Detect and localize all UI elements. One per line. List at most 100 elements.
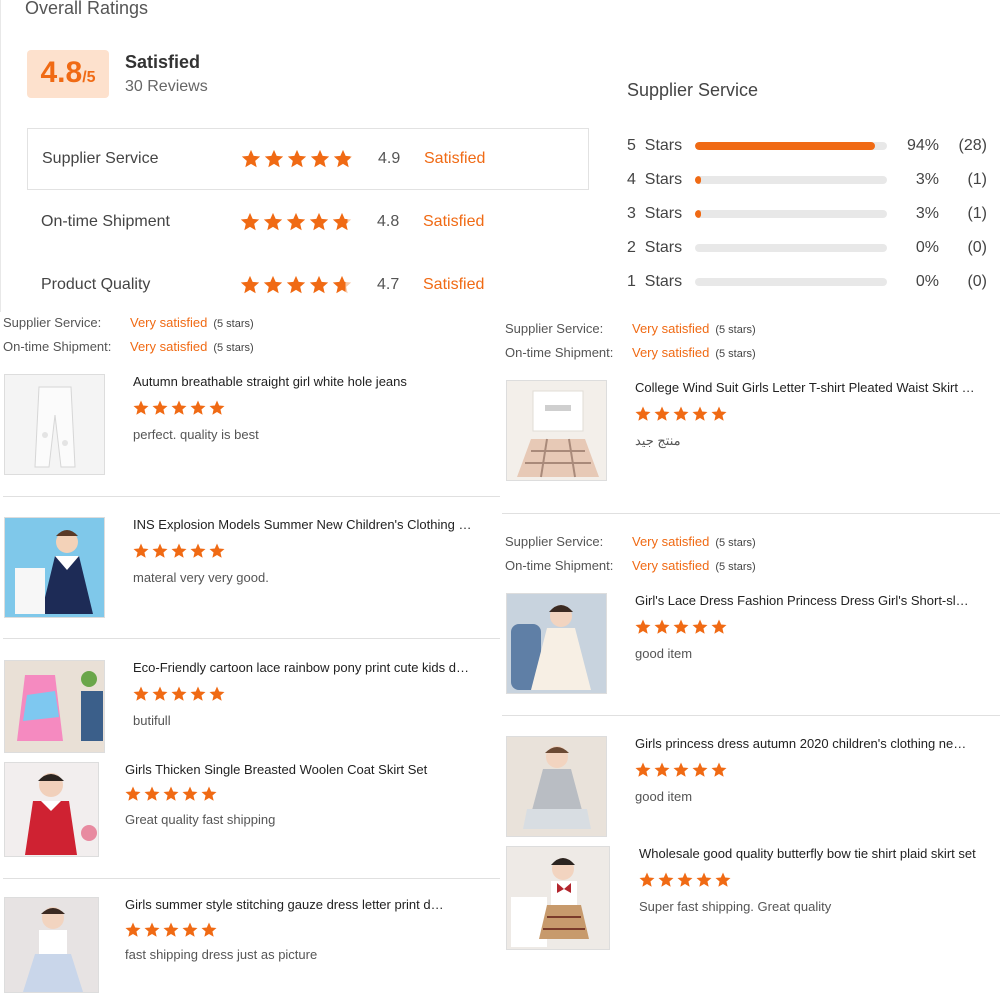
category-row-ontime-shipment[interactable]: On-time Shipment 4.8 Satisfied [27, 191, 589, 253]
star-icon [182, 922, 198, 937]
review-meta-supplier: Supplier Service: Very satisfied (5 stars) [505, 534, 756, 549]
review-text: butifull [133, 713, 171, 728]
star-icon [263, 212, 283, 231]
product-thumbnail[interactable] [506, 846, 610, 950]
product-thumbnail[interactable] [4, 660, 105, 753]
star-icon [152, 686, 168, 701]
star-icon [190, 400, 206, 415]
category-score: 4.9 [378, 150, 401, 167]
product-name[interactable]: INS Explosion Models Summer New Children… [133, 517, 473, 532]
category-level: Satisfied [424, 150, 486, 167]
star-icon [654, 619, 670, 634]
product-thumbnail[interactable] [506, 380, 607, 481]
product-name[interactable]: Autumn breathable straight girl white ho… [133, 374, 493, 389]
meta-key: On-time Shipment: [505, 345, 614, 360]
review-count: 30 Reviews [125, 78, 208, 95]
category-label: Product Quality [41, 276, 151, 293]
distribution-label: 4 Stars [627, 171, 683, 188]
review-meta-shipment: On-time Shipment: Very satisfied (5 stars) [505, 558, 756, 573]
distribution-label: 2 Stars [627, 239, 683, 256]
review-divider [3, 878, 500, 879]
distribution-row: 3 Stars 3% (1) [627, 202, 987, 226]
star-icon [310, 149, 330, 168]
meta-value: Very satisfied [130, 339, 208, 354]
red-coat-image [5, 763, 98, 856]
product-name[interactable]: Eco-Friendly cartoon lace rainbow pony p… [133, 660, 473, 675]
meta-stars: (5 stars) [715, 537, 756, 549]
star-icon [144, 922, 160, 937]
product-thumbnail[interactable] [4, 762, 99, 857]
review-divider [3, 496, 500, 497]
star-icon [692, 619, 708, 634]
distribution-percent: 3% [915, 205, 939, 222]
category-level: Satisfied [423, 213, 485, 230]
product-name[interactable]: Girls summer style stitching gauze dress… [125, 897, 447, 912]
category-row-supplier-service[interactable]: Supplier Service 4.9 Satisfied [27, 128, 589, 190]
product-thumbnail[interactable] [506, 736, 607, 837]
distribution-bar-fill [695, 176, 701, 184]
star-icon [163, 922, 179, 937]
star-icon [673, 406, 689, 421]
review-meta-shipment: On-time Shipment: Very satisfied (5 stars) [3, 339, 254, 354]
category-row-product-quality[interactable]: Product Quality 4.7 Satisfied [27, 254, 589, 316]
distribution-row: 4 Stars 3% (1) [627, 168, 987, 192]
meta-value: Very satisfied [130, 315, 208, 330]
review-meta-supplier: Supplier Service: Very satisfied (5 stars) [505, 321, 756, 336]
star-icon [309, 212, 329, 231]
star-icon [673, 762, 689, 777]
star-icon [711, 406, 727, 421]
product-name[interactable]: Girl's Lace Dress Fashion Princess Dress… [635, 593, 969, 608]
review-text: Super fast shipping. Great quality [639, 899, 832, 914]
distribution-bar [695, 278, 887, 286]
product-name[interactable]: Wholesale good quality butterfly bow tie… [639, 846, 989, 861]
distribution-row: 1 Stars 0% (0) [627, 270, 987, 294]
bow-tie-set-image [507, 847, 609, 949]
distribution-row: 2 Stars 0% (0) [627, 236, 987, 260]
star-icon [677, 872, 693, 887]
star-icon [241, 149, 261, 168]
review-text: منتج جيد [635, 433, 681, 448]
meta-stars: (5 stars) [715, 561, 756, 573]
distribution-percent: 0% [915, 239, 939, 256]
star-icon [171, 400, 187, 415]
star-icon [240, 275, 260, 294]
meta-value: Very satisfied [632, 321, 710, 336]
star-icon [639, 872, 655, 887]
distribution-bar [695, 142, 887, 150]
distribution-bar [695, 210, 887, 218]
review-stars [124, 921, 218, 939]
distribution-percent: 0% [915, 273, 939, 290]
product-name[interactable]: Girls princess dress autumn 2020 childre… [635, 736, 969, 751]
review-stars [634, 405, 728, 423]
star-icon [711, 762, 727, 777]
review-divider [3, 638, 500, 639]
star-icon [635, 619, 651, 634]
distribution-label: 3 Stars [627, 205, 683, 222]
distribution-bar-fill [695, 142, 876, 150]
review-stars [132, 542, 226, 560]
distribution-bar-fill [695, 210, 701, 218]
plaid-skirt-set-image [507, 381, 606, 480]
review-stars [634, 761, 728, 779]
star-icon [654, 406, 670, 421]
meta-value: Very satisfied [632, 345, 710, 360]
product-name[interactable]: College Wind Suit Girls Letter T-shirt P… [635, 380, 975, 395]
star-icon [286, 212, 306, 231]
star-icon [264, 149, 284, 168]
overall-ratings-panel: Overall Ratings 4.8 /5 Satisfied 30 Revi… [0, 0, 1000, 312]
meta-stars: (5 stars) [213, 342, 254, 354]
star-icon [333, 149, 353, 168]
star-icon [209, 543, 225, 558]
product-thumbnail[interactable] [4, 517, 105, 618]
product-thumbnail[interactable] [506, 593, 607, 694]
product-thumbnail[interactable] [4, 374, 105, 475]
review-stars [132, 399, 226, 417]
review-text: Great quality fast shipping [125, 812, 276, 827]
meta-key: Supplier Service: [505, 534, 604, 549]
star-icon [715, 872, 731, 887]
product-thumbnail[interactable] [4, 897, 99, 993]
meta-key: Supplier Service: [3, 315, 102, 330]
star-icon [332, 212, 352, 231]
product-name[interactable]: Girls Thicken Single Breasted Woolen Coa… [125, 762, 485, 777]
star-icon [125, 786, 141, 801]
